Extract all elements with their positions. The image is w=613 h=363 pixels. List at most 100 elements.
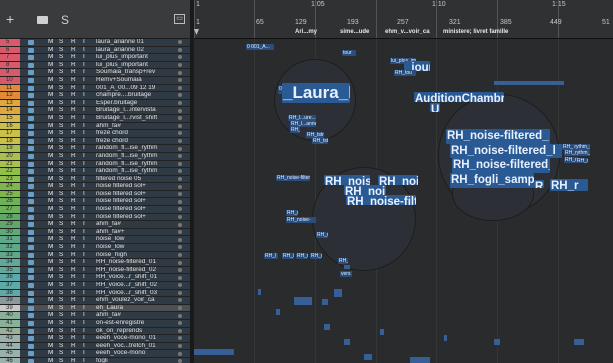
audio-region[interactable] [322, 299, 328, 305]
record-button[interactable]: R [71, 39, 76, 46]
record-button[interactable]: R [71, 168, 76, 175]
input-monitor-button[interactable]: I [83, 343, 85, 350]
track-row[interactable]: 26 M S R Inoise filtered sol+ [0, 198, 190, 207]
record-button[interactable]: R [71, 176, 76, 183]
audio-region[interactable] [494, 339, 500, 345]
audio-region[interactable]: AuditionChambreESP [414, 92, 504, 102]
input-monitor-button[interactable]: I [83, 85, 85, 92]
mute-button[interactable]: M [48, 69, 53, 76]
solo-button[interactable]: S [59, 47, 63, 54]
track-name[interactable]: RH_voice...r_shift_01 [96, 274, 174, 281]
track-name[interactable]: lui_plus_important [96, 54, 174, 61]
track-row[interactable]: 38 M S R I RH_voice...r_shift_03 [0, 289, 190, 298]
solo-button[interactable]: S [59, 236, 63, 243]
solo-button[interactable]: S [59, 328, 63, 335]
track-name[interactable]: ahm_fa# [96, 221, 174, 228]
track-row[interactable]: 16 M S R Iahm_fa# [0, 122, 190, 131]
mute-button[interactable]: M [48, 206, 53, 213]
track-name[interactable]: freze chord [96, 130, 174, 137]
input-monitor-button[interactable]: I [83, 358, 85, 363]
audio-region[interactable]: RH_rl [576, 158, 588, 163]
solo-button[interactable]: S [59, 214, 63, 221]
solo-button[interactable]: S [59, 153, 63, 160]
track-row[interactable]: 27 M S R Inoise filtered sol+ [0, 206, 190, 214]
track-row[interactable]: 41 M S R Ion-est-enregistre [0, 319, 190, 328]
solo-button[interactable]: S [59, 176, 63, 183]
track-name[interactable]: fogli [96, 358, 174, 363]
solo-button[interactable]: S [59, 320, 63, 327]
mute-button[interactable]: M [48, 305, 53, 312]
input-monitor-button[interactable]: I [83, 145, 85, 152]
input-monitor-button[interactable]: I [83, 62, 85, 69]
mute-button[interactable]: M [48, 107, 53, 114]
track-name[interactable]: Esper.bruitage [96, 100, 174, 107]
input-monitor-button[interactable]: I [83, 47, 85, 54]
solo-toggle-button[interactable]: S [61, 13, 69, 27]
solo-button[interactable]: S [59, 221, 63, 228]
track-name[interactable]: noise filtered sol+ [96, 214, 174, 221]
audio-region[interactable] [294, 297, 312, 305]
audio-region[interactable]: RH_rythm_4n_01 [564, 150, 590, 156]
record-button[interactable]: R [71, 274, 76, 281]
input-monitor-button[interactable]: I [83, 320, 85, 327]
input-monitor-button[interactable]: I [83, 312, 85, 319]
track-name[interactable]: freze chord [96, 138, 174, 145]
mute-button[interactable]: M [48, 312, 53, 319]
record-button[interactable]: R [71, 312, 76, 319]
track-name[interactable]: random_fl...ise_rythm [96, 168, 174, 175]
track-name[interactable]: eh_Laura [96, 305, 174, 312]
mute-button[interactable]: M [48, 39, 53, 46]
track-name[interactable]: random_fl...ise_rythm [96, 153, 174, 160]
solo-button[interactable]: S [59, 312, 63, 319]
track-row[interactable]: 23 M S R Ifiltered noise 05 [0, 175, 190, 184]
audio-region[interactable]: RH_n [296, 253, 308, 259]
record-button[interactable]: R [71, 115, 76, 122]
audio-region[interactable] [574, 339, 584, 345]
mute-button[interactable]: M [48, 130, 53, 137]
mute-button[interactable]: M [48, 62, 53, 69]
input-monitor-button[interactable]: I [83, 350, 85, 357]
input-monitor-button[interactable]: I [83, 236, 85, 243]
audio-region[interactable] [344, 339, 350, 345]
solo-button[interactable]: S [59, 358, 63, 363]
record-button[interactable]: R [71, 107, 76, 114]
track-row[interactable]: 17 M S R Ifreze chord [0, 130, 190, 138]
input-monitor-button[interactable]: I [83, 267, 85, 274]
audio-region[interactable] [334, 289, 342, 297]
audio-region[interactable] [494, 81, 534, 85]
track-name[interactable]: ehm_voulez_voir_ca [96, 297, 174, 304]
track-row[interactable]: 10 M S R I Remv+Soumaia [0, 76, 190, 85]
solo-button[interactable]: S [59, 69, 63, 76]
record-button[interactable]: R [71, 350, 76, 357]
audio-region[interactable]: RH_noise-filtered_ [446, 129, 550, 144]
audio-region[interactable]: RH_l [264, 253, 278, 259]
mute-button[interactable]: M [48, 191, 53, 198]
track-name[interactable]: eeeh_voce-mono [96, 350, 174, 357]
track-name[interactable]: eeeh_voc...tretch_01 [96, 343, 174, 350]
solo-button[interactable]: S [59, 297, 63, 304]
mute-button[interactable]: M [48, 153, 53, 160]
track-row[interactable]: 25 M S R Inoise filtered sol+ [0, 190, 190, 199]
track-row[interactable]: 37 M S R I RH_voice...r_shift_02 [0, 282, 190, 290]
track-row[interactable]: 36 M S R I RH_voice...r_shift_01 [0, 274, 190, 282]
mute-button[interactable]: M [48, 320, 53, 327]
track-name[interactable]: lui_plus_important [96, 62, 174, 69]
track-row[interactable]: 32 M S R Inoise_low [0, 244, 190, 252]
track-name[interactable]: noise filtered sol+ [96, 183, 174, 190]
mute-button[interactable]: M [48, 100, 53, 107]
audio-region[interactable]: RH_noise-filtered_ [452, 158, 550, 173]
record-button[interactable]: R [71, 153, 76, 160]
mute-button[interactable]: M [48, 335, 53, 342]
mute-button[interactable]: M [48, 145, 53, 152]
add-track-button[interactable]: + [6, 11, 14, 27]
audio-region[interactable]: RH_noise-filtered_l [450, 144, 562, 158]
mute-button[interactable]: M [48, 92, 53, 99]
input-monitor-button[interactable]: I [83, 221, 85, 228]
track-name[interactable]: champre....bruitage [96, 92, 174, 99]
audio-region[interactable]: U [430, 103, 440, 112]
track-name[interactable]: filtered noise 05 [96, 176, 174, 183]
track-name[interactable]: on-est-enregistre [96, 320, 174, 327]
audio-region[interactable]: RH_n [338, 258, 348, 264]
mute-button[interactable]: M [48, 297, 53, 304]
collapse-icon[interactable]: ▭ [174, 14, 185, 24]
